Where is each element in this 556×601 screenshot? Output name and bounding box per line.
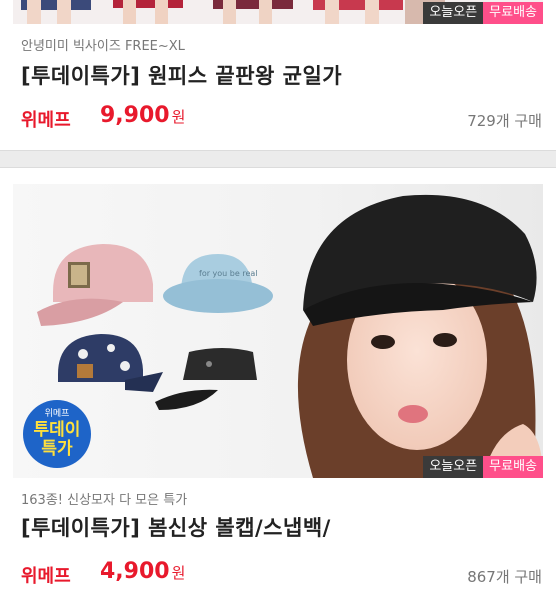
purchase-count: 867개 구매 <box>467 568 542 586</box>
today-open-badge: 오늘오픈 <box>423 2 484 24</box>
product-title[interactable]: [투데이특가] 봄신상 볼캡/스냅백/ <box>21 512 331 542</box>
stamp-main-text: 투데이 <box>34 420 81 440</box>
product-price: 4,900 원 <box>100 559 185 584</box>
today-deal-stamp: 위메프 투데이 특가 <box>23 400 91 468</box>
store-label: 위메프 <box>21 110 71 131</box>
badges-2: 오늘오픈 무료배송 <box>423 456 543 478</box>
card-divider <box>0 150 556 168</box>
price-value: 4,900 <box>100 559 170 584</box>
product-image-2[interactable]: for you be real 위메프 투데이 특가 오늘오픈 무료배송 <box>13 184 543 478</box>
product-price: 9,900 원 <box>100 103 185 128</box>
badges-1: 오늘오픈 무료배송 <box>423 2 543 24</box>
product-subtitle: 163종! 신상모자 다 모은 특가 <box>21 493 188 508</box>
today-open-badge: 오늘오픈 <box>423 456 484 478</box>
model-photo <box>297 194 543 478</box>
product-card-1[interactable]: 오늘오픈 무료배송 안녕미미 빅사이즈 FREE~XL [투데이특가] 원피스 … <box>0 0 556 150</box>
hat-text: for you be real <box>199 269 258 278</box>
price-value: 9,900 <box>100 103 170 128</box>
product-card-2[interactable]: for you be real 위메프 투데이 특가 오늘오픈 무료배송 163… <box>0 168 556 601</box>
product-title[interactable]: [투데이특가] 원피스 끝판왕 균일가 <box>21 60 342 90</box>
product-image-1[interactable]: 오늘오픈 무료배송 <box>13 0 543 24</box>
free-shipping-badge: 무료배송 <box>483 2 543 24</box>
price-currency: 원 <box>171 564 186 582</box>
purchase-count: 729개 구매 <box>467 112 542 130</box>
stamp-bottom-text: 특가 <box>41 439 73 459</box>
store-label: 위메프 <box>21 566 71 587</box>
free-shipping-badge: 무료배송 <box>483 456 543 478</box>
price-currency: 원 <box>171 108 186 126</box>
product-image-2-graphic: for you be real 위메프 투데이 특가 <box>13 184 543 478</box>
product-subtitle: 안녕미미 빅사이즈 FREE~XL <box>21 39 185 54</box>
stamp-top-text: 위메프 <box>45 408 70 419</box>
